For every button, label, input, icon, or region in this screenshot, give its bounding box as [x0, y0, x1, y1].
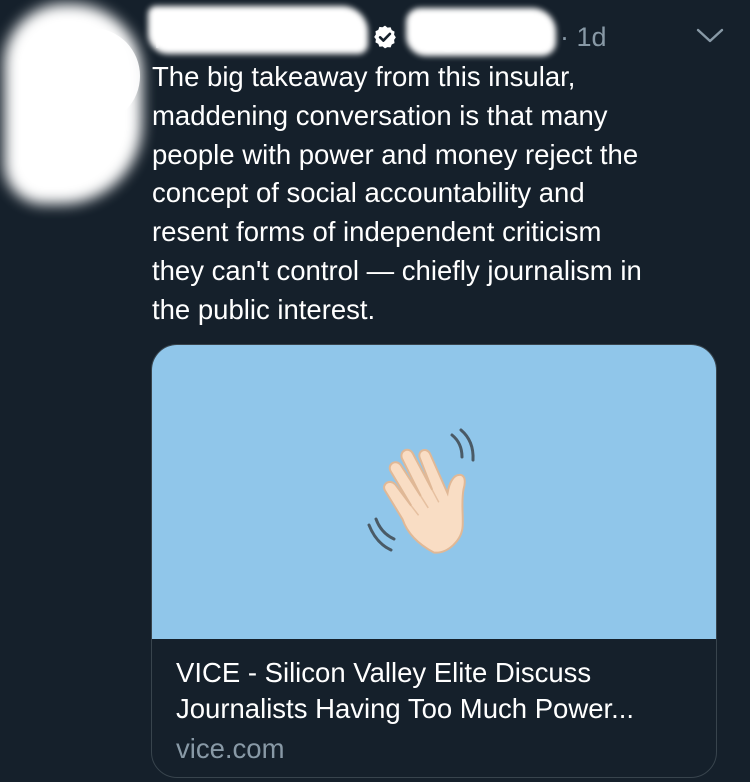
tweet-text: The big takeaway from this insular, madd… [152, 61, 642, 325]
link-preview-card[interactable]: VICE - Silicon Valley Elite Discuss Jour… [151, 344, 717, 778]
waving-hand-icon [367, 428, 475, 554]
card-domain: vice.com [176, 733, 285, 764]
author-name-redaction [148, 6, 368, 54]
author-handle-redaction [406, 8, 556, 56]
card-image [152, 345, 716, 639]
card-title[interactable]: VICE - Silicon Valley Elite Discuss Jour… [176, 655, 696, 727]
tweet-timestamp[interactable]: · 1d [560, 22, 607, 53]
verified-badge-icon [374, 25, 396, 49]
chevron-down-icon[interactable] [695, 25, 725, 47]
avatar-redaction [4, 4, 142, 204]
